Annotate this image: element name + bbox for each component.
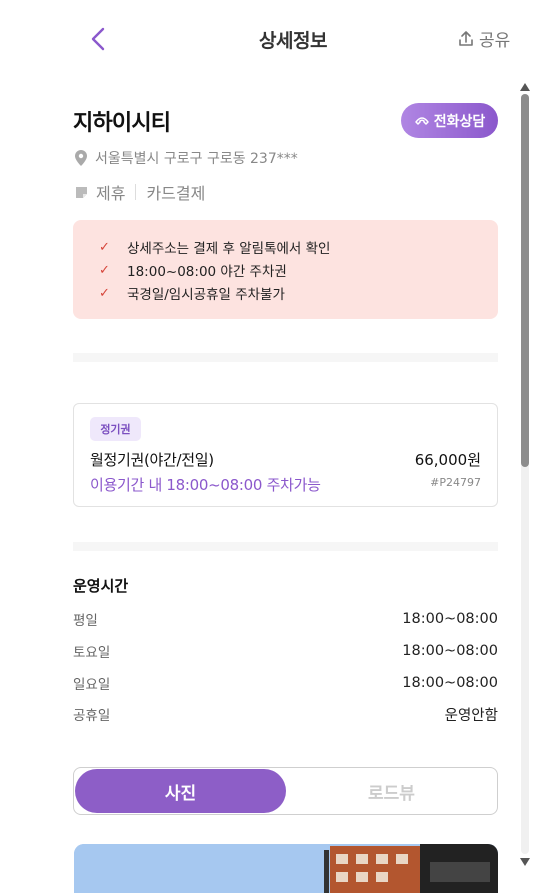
section-divider <box>73 353 498 362</box>
pass-code: #P24797 <box>430 476 481 489</box>
hours-row-sunday: 일요일 18:00~08:00 <box>73 673 498 693</box>
tab-roadview[interactable]: 로드뷰 <box>286 769 497 813</box>
phone-consult-label: 전화상담 <box>433 113 486 130</box>
hours-time: 18:00~08:00 <box>402 611 498 627</box>
location-pin-icon <box>75 150 87 166</box>
notice-text: 국경일/임시공휴일 주차불가 <box>127 287 285 303</box>
hours-row-weekday: 평일 18:00~08:00 <box>73 609 498 629</box>
hours-time: 운영안함 <box>444 707 498 724</box>
notice-item: ✓ 상세주소는 결제 후 알림톡에서 확인 <box>99 237 331 258</box>
address-text: 서울특별시 구로구 구로동 237*** <box>95 151 298 167</box>
check-icon: ✓ <box>99 239 110 255</box>
hours-day: 토요일 <box>73 645 111 661</box>
hours-time: 18:00~08:00 <box>402 675 498 691</box>
place-photo[interactable] <box>74 844 498 893</box>
hours-time: 18:00~08:00 <box>402 643 498 659</box>
pass-description: 이용기간 내 18:00~08:00 주차가능 <box>90 476 321 494</box>
address-row: 서울특별시 구로구 구로동 237*** <box>75 148 298 168</box>
upload-icon <box>459 30 473 46</box>
notice-text: 상세주소는 결제 후 알림톡에서 확인 <box>127 241 331 257</box>
section-divider <box>73 542 498 551</box>
hours-day: 평일 <box>73 613 98 629</box>
hours-day: 공휴일 <box>73 708 111 724</box>
note-icon <box>76 186 87 198</box>
scroll-up-arrow-icon[interactable] <box>520 83 530 91</box>
app-header: 상세정보 공유 <box>0 0 556 78</box>
check-icon: ✓ <box>99 262 110 278</box>
building-photo-image <box>74 844 498 893</box>
notice-item: ✓ 국경일/임시공휴일 주차불가 <box>99 283 285 304</box>
share-button[interactable]: 공유 <box>456 26 510 51</box>
pass-type-badge: 정기권 <box>90 417 141 441</box>
share-label: 공유 <box>479 31 511 51</box>
notice-item: ✓ 18:00~08:00 야간 주차권 <box>99 260 287 281</box>
phone-icon <box>414 116 429 125</box>
notice-box: ✓ 상세주소는 결제 후 알림톡에서 확인 ✓ 18:00~08:00 야간 주… <box>73 220 498 319</box>
tag-card-payment: 카드결제 <box>146 184 206 203</box>
tab-photo[interactable]: 사진 <box>75 769 286 813</box>
hours-title: 운영시간 <box>73 577 129 595</box>
tags-row: 제휴 카드결제 <box>75 180 205 204</box>
scrollbar-thumb[interactable] <box>521 94 529 467</box>
check-icon: ✓ <box>99 285 110 301</box>
scroll-down-arrow-icon[interactable] <box>520 858 530 866</box>
place-name: 지하이시티 <box>73 111 171 136</box>
tag-affiliate: 제휴 <box>96 184 126 203</box>
hours-row-holiday: 공휴일 운영안함 <box>73 704 498 725</box>
pass-name: 월정기권(야간/전일) <box>90 451 214 469</box>
hours-day: 일요일 <box>73 677 111 693</box>
pass-price: 66,000원 <box>414 451 481 469</box>
media-tabs: 사진 로드뷰 <box>73 767 498 815</box>
hours-row-saturday: 토요일 18:00~08:00 <box>73 641 498 661</box>
tag-divider <box>135 184 137 200</box>
pass-card[interactable]: 정기권 월정기권(야간/전일) 66,000원 이용기간 내 18:00~08:… <box>73 403 498 507</box>
notice-text: 18:00~08:00 야간 주차권 <box>127 264 287 280</box>
phone-consult-button[interactable]: 전화상담 <box>401 103 498 138</box>
